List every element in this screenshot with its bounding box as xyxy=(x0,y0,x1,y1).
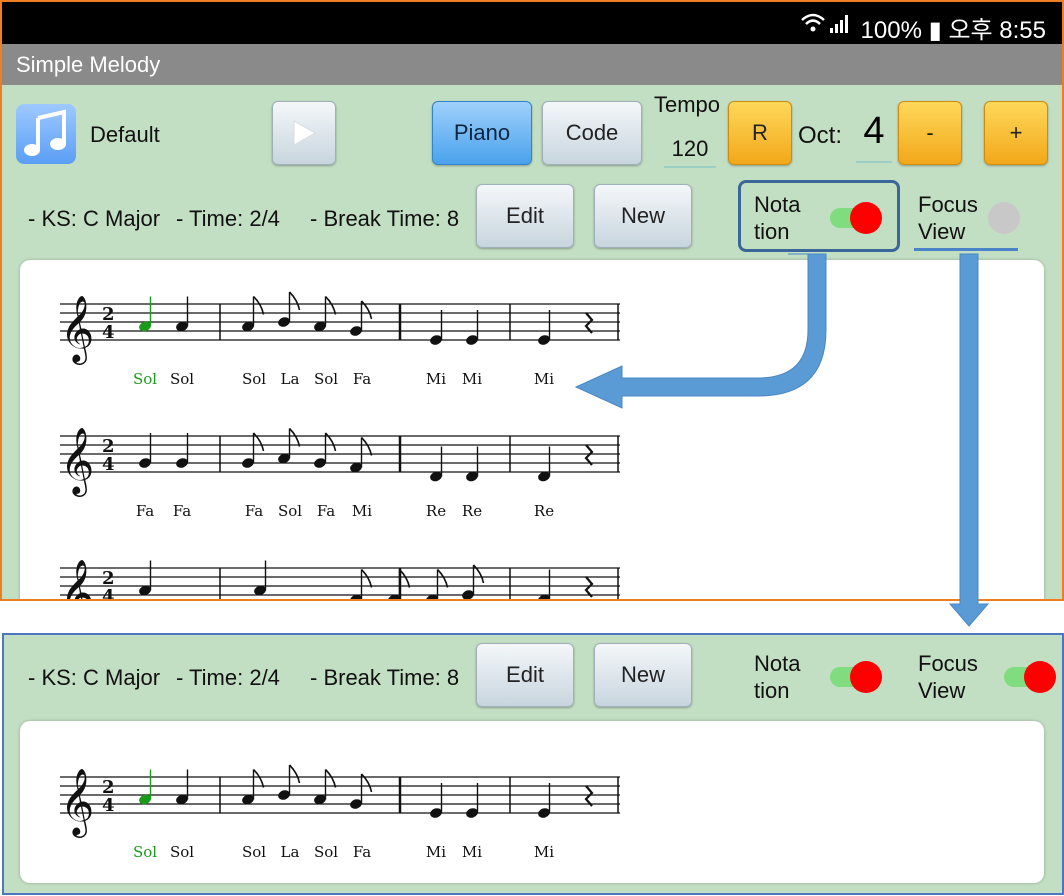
time-signature: - Time: 2/4 xyxy=(176,665,280,690)
focus-view-toggle[interactable] xyxy=(1002,659,1058,695)
note-syllable: Sol xyxy=(242,843,266,861)
note-syllable: Sol xyxy=(170,843,194,861)
key-signature: - KS: C Major xyxy=(28,665,161,690)
quarter-rest xyxy=(584,785,594,807)
focus-score-sheet: 𝄞 2 4 Sol Sol Sol La Sol Fa Mi Mi Mi xyxy=(20,721,1044,883)
note-flag xyxy=(288,764,301,784)
note-syllable: Sol xyxy=(133,843,157,861)
notation-label-1: Nota xyxy=(754,651,801,676)
focus-label-2: View xyxy=(918,678,966,703)
focus-view-arrow xyxy=(948,253,990,627)
staff-system: 𝄞 24Sol Sol Sol La Sol Fa Mi Mi Mi xyxy=(60,764,620,861)
note-flag xyxy=(324,768,337,788)
new-button[interactable]: New xyxy=(594,643,692,707)
note-syllable: Mi xyxy=(534,843,554,861)
note-syllable: Mi xyxy=(462,843,482,861)
focus-label-1: Focus xyxy=(918,651,978,676)
note-flag xyxy=(252,768,265,788)
note-syllable: La xyxy=(281,843,300,861)
note-syllable: Fa xyxy=(353,843,371,861)
note-syllable: Mi xyxy=(426,843,446,861)
time-sig-bottom: 4 xyxy=(102,795,115,816)
edit-button[interactable]: Edit xyxy=(476,643,574,707)
notation-toggle[interactable] xyxy=(828,659,884,695)
notation-label-2: tion xyxy=(754,678,790,703)
break-time: - Break Time: 8 xyxy=(310,665,460,690)
focus-view-screen: - KS: C Major - Time: 2/4 - Break Time: … xyxy=(2,633,1064,895)
note-syllable: Sol xyxy=(314,843,338,861)
focus-music-score: 𝄞 24Sol Sol Sol La Sol Fa Mi Mi Mi xyxy=(60,764,620,861)
treble-clef-icon: 𝄞 xyxy=(60,767,94,838)
notation-arrow xyxy=(574,253,827,409)
